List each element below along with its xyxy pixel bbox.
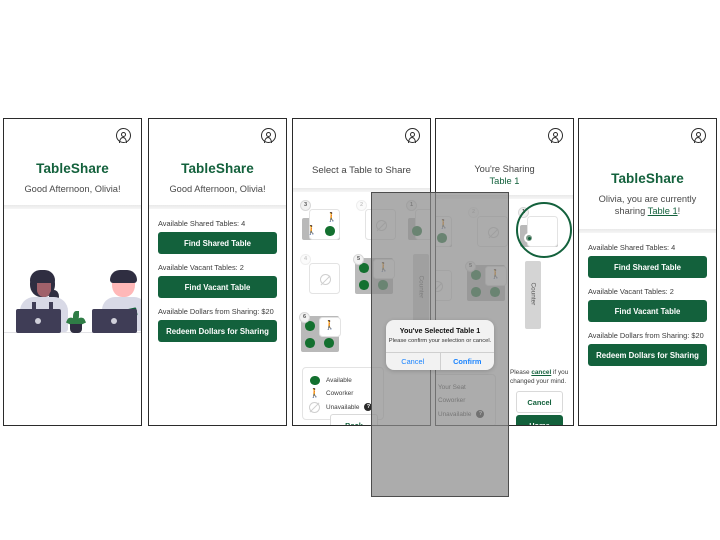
find-vacant-table-button[interactable]: Find Vacant Table (588, 300, 707, 322)
top-bar (149, 119, 286, 153)
find-vacant-table-button[interactable]: Find Vacant Table (158, 276, 277, 298)
top-bar (579, 119, 716, 153)
available-seat-icon[interactable] (305, 338, 315, 348)
table-4: 4 (300, 254, 350, 304)
table-number-badge: 4 (300, 254, 311, 265)
green-dot-icon (309, 375, 320, 386)
table-6[interactable]: 🚶 6 (299, 312, 349, 362)
coworker-icon: 🚶 (326, 212, 338, 222)
stat-shared-tables: Available Shared Tables: 4 (588, 243, 676, 252)
coworker-icon: 🚶 (309, 388, 321, 398)
sharing-label: You're Sharing (474, 164, 535, 174)
person-b-laptop-logo (111, 318, 117, 324)
page-title: Select a Table to Share (311, 165, 412, 176)
account-circle-icon[interactable] (116, 128, 131, 144)
unavailable-icon (309, 401, 320, 413)
confirmation-dialog: You've Selected Table 1 Please confirm y… (386, 320, 494, 370)
find-shared-table-button[interactable]: Find Shared Table (588, 256, 707, 278)
screen-home-illustration: TableShare Good Afternoon, Olivia! (3, 118, 142, 426)
dialog-title: You've Selected Table 1 (399, 326, 481, 335)
current-table-link[interactable]: Table 1 (648, 206, 678, 216)
home-button[interactable]: Home (516, 415, 563, 425)
person-b-hair (110, 270, 137, 283)
page-title: TableShare (611, 171, 684, 186)
table-number-badge: 2 (356, 200, 367, 211)
greeting-text: Good Afternoon, Olivia! (24, 184, 121, 194)
stat-vacant-tables: Available Vacant Tables: 2 (588, 287, 674, 296)
available-seat-icon[interactable] (325, 226, 335, 236)
cancel-link[interactable]: cancel (531, 369, 551, 376)
available-seat-icon[interactable] (359, 280, 369, 290)
table-3[interactable]: 🚶 🚶 3 (300, 200, 350, 250)
greeting-text: Good Afternoon, Olivia! (169, 184, 266, 194)
dialog-confirm-button[interactable]: Confirm (439, 352, 495, 370)
selection-highlight-ring (516, 202, 572, 258)
person-a-hair (30, 270, 55, 283)
available-seat-icon[interactable] (324, 338, 334, 348)
account-circle-icon[interactable] (261, 128, 276, 144)
table-number-badge: 6 (299, 312, 310, 323)
stat-dollars: Available Dollars from Sharing: $20 (588, 331, 704, 340)
dialog-actions: Cancel Confirm (386, 352, 495, 370)
stat-vacant-tables: Available Vacant Tables: 2 (158, 263, 244, 272)
greeting-text: Olivia, you are currently sharing Table … (579, 193, 716, 217)
top-bar (293, 119, 430, 153)
dialog-cancel-button[interactable]: Cancel (386, 353, 440, 370)
greeting-suffix: ! (677, 206, 681, 216)
top-bar (4, 119, 141, 153)
coworking-illustration (4, 209, 141, 359)
redeem-dollars-button[interactable]: Redeem Dollars for Sharing (588, 344, 707, 366)
cancel-button[interactable]: Cancel (516, 391, 563, 413)
stat-dollars: Available Dollars from Sharing: $20 (158, 307, 274, 316)
cancel-note-prefix: Please (510, 369, 532, 376)
sharing-table-name: Table 1 (489, 176, 520, 186)
actions-list: Available Shared Tables: 4 Find Shared T… (579, 233, 716, 366)
legend-item-coworker: 🚶 Coworker (309, 388, 354, 398)
top-bar (436, 119, 573, 153)
find-shared-table-button[interactable]: Find Shared Table (158, 232, 277, 254)
dialog-message: Please confirm your selection or cancel. (388, 338, 492, 344)
unavailable-icon (320, 274, 331, 285)
plant-pot (70, 324, 82, 333)
table-number-badge: 5 (353, 254, 364, 265)
coworker-icon: 🚶 (324, 320, 336, 330)
screen-home-sharing: TableShare Olivia, you are currently sha… (578, 118, 717, 426)
person-a-laptop-logo (35, 318, 41, 324)
actions-list: Available Shared Tables: 4 Find Shared T… (149, 209, 286, 342)
table-number-badge: 3 (300, 200, 311, 211)
account-circle-icon[interactable] (405, 128, 420, 144)
page-title: You're Sharing Table 1 (436, 163, 573, 187)
legend-item-available: Available (309, 375, 377, 386)
coworker-icon: 🚶 (306, 225, 318, 235)
page-title: TableShare (36, 161, 109, 176)
counter-label: Counter (525, 261, 541, 329)
account-circle-icon[interactable] (548, 128, 563, 144)
plant-leaf-icon (73, 311, 79, 321)
redeem-dollars-button[interactable]: Redeem Dollars for Sharing (158, 320, 277, 342)
account-circle-icon[interactable] (691, 128, 706, 144)
stat-shared-tables: Available Shared Tables: 4 (158, 219, 246, 228)
page-title: TableShare (181, 161, 254, 176)
screenshot-stage: TableShare Good Afternoon, Olivia! Table… (0, 0, 720, 540)
legend-item-unavailable: Unavailable ? (309, 401, 377, 413)
screen-home-actions: TableShare Good Afternoon, Olivia! Avail… (148, 118, 287, 426)
cancel-note: Please cancel if you changed your mind. (510, 369, 570, 386)
